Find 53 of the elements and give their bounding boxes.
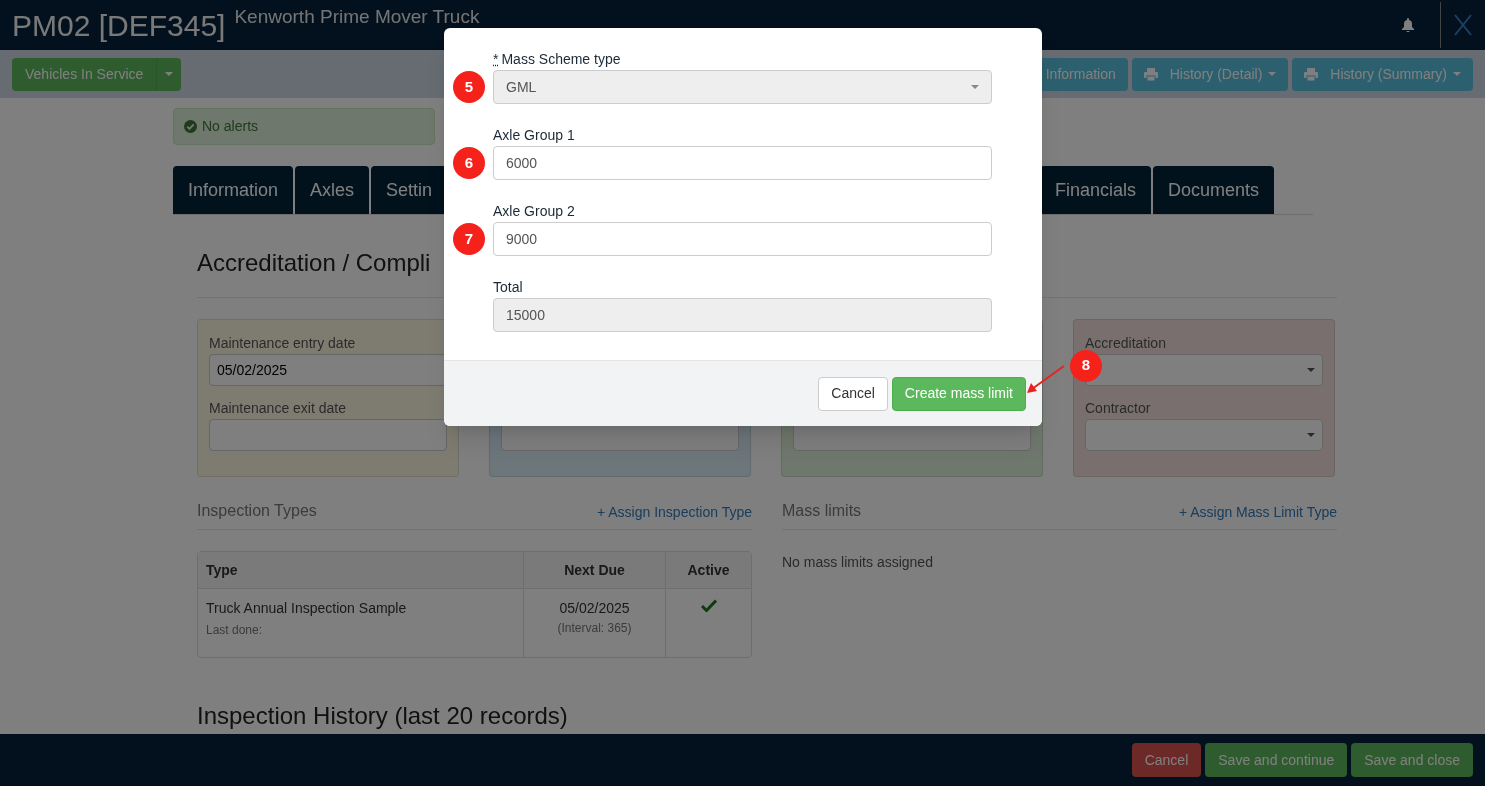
tab[interactable]: Information [173, 166, 294, 214]
alert-box: No alerts [173, 108, 435, 145]
section-heading: Inspection History (last 20 records) [197, 702, 568, 729]
create-button[interactable]: Create mass limit [891, 376, 1026, 411]
step-marker: 5 [453, 71, 485, 103]
assign-link[interactable]: + Assign Mass Limit Type [1178, 502, 1337, 523]
field-label: Total [493, 279, 523, 295]
subsection-heading: Inspection Types [197, 501, 317, 521]
input-field[interactable]: 9000 [493, 222, 992, 256]
vehicle-title: PM02 [DEF345] [12, 7, 226, 44]
tab[interactable]: Axles [295, 166, 370, 214]
input-field[interactable] [209, 419, 447, 451]
table-cell-text: Truck Annual Inspection Sample [206, 599, 408, 618]
field-label: Contractor [1085, 400, 1152, 416]
input-field[interactable]: 05/02/2025 [209, 354, 447, 386]
footer-button[interactable]: Cancel [1131, 743, 1202, 777]
cell-subtext: (Interval: 365) [556, 620, 633, 637]
check-circle-icon [184, 120, 197, 133]
column-header: Next Due [523, 552, 665, 589]
caret-icon [1453, 72, 1461, 76]
section-heading: Accreditation / Compli [197, 249, 431, 276]
field-label: Accreditation [1085, 335, 1167, 351]
vehicle-subtitle: Kenworth Prime Mover Truck [234, 7, 480, 26]
subsection-heading: Mass limits [782, 501, 862, 521]
field-label: Mass Scheme type [501, 51, 621, 67]
column-header: Type [198, 552, 523, 589]
select-field[interactable] [1085, 419, 1323, 451]
field-label: Maintenance entry date [209, 335, 357, 351]
printer-icon [1143, 67, 1158, 81]
callout-arrow [1026, 364, 1065, 393]
caret-icon [165, 72, 174, 76]
step-marker: 6 [453, 147, 485, 179]
table-cell-text: 05/02/2025 [558, 599, 631, 618]
assign-link[interactable]: + Assign Inspection Type [597, 502, 752, 523]
caret-icon [1268, 72, 1277, 76]
caret-icon [971, 85, 979, 89]
input-field[interactable]: 6000 [493, 146, 992, 180]
printer-icon [1304, 67, 1319, 81]
required-mark: * [493, 51, 499, 67]
cell-subtext: Last done: [206, 622, 264, 639]
tab[interactable]: Financials [1039, 166, 1151, 214]
step-marker: 7 [453, 223, 485, 255]
caret-icon [1307, 368, 1315, 372]
empty-message: No mass limits assigned [782, 553, 934, 572]
tab[interactable]: Documents [1152, 166, 1274, 214]
column-header: Active [665, 552, 751, 589]
field-label: Axle Group 1 [493, 127, 575, 143]
field-label: Axle Group 2 [493, 203, 575, 219]
cancel-button[interactable]: Cancel [818, 376, 888, 411]
close-icon[interactable] [1454, 14, 1472, 36]
bell-icon[interactable] [1402, 18, 1414, 32]
caret-icon [1307, 433, 1315, 437]
field-label: Maintenance exit date [209, 400, 347, 416]
